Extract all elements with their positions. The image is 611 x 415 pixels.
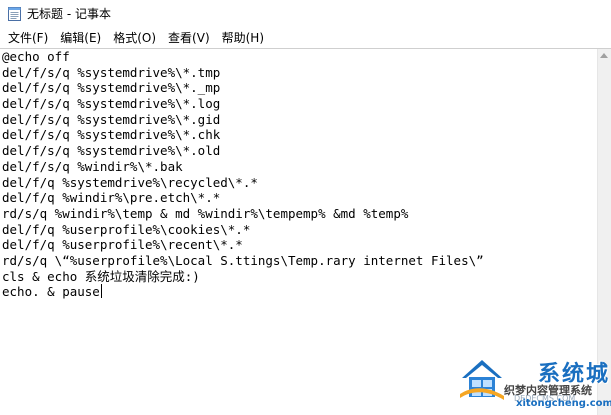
editor-line: del/f/s/q %systemdrive%\*.tmp bbox=[2, 64, 221, 80]
editor-line: cls & echo 系统垃圾清除完成:) bbox=[2, 268, 200, 284]
editor-line: del/f/s/q %systemdrive%\*.old bbox=[2, 143, 221, 159]
title-bar[interactable]: 无标题 - 记事本 bbox=[0, 0, 611, 26]
editor-line: del/f/s/q %systemdrive%\*.chk bbox=[2, 127, 221, 143]
menu-format[interactable]: 格式(O) bbox=[107, 28, 162, 48]
editor-line: del/f/q %userprofile%\cookies\*.* bbox=[2, 221, 251, 237]
editor-line-last: echo. & pause bbox=[0, 284, 597, 300]
editor-line: del/f/s/q %systemdrive%\*.log bbox=[2, 96, 221, 112]
editor-line: rd/s/q \“%userprofile%\Local S.ttings\Te… bbox=[2, 252, 484, 268]
vertical-scrollbar[interactable] bbox=[597, 49, 611, 415]
editor-line: del/f/s/q %systemdrive%\*._mp bbox=[2, 80, 221, 96]
menu-help[interactable]: 帮助(H) bbox=[216, 28, 270, 48]
menu-file[interactable]: 文件(F) bbox=[0, 28, 54, 48]
editor-line: del/f/q %systemdrive%\recycled\*.* bbox=[2, 174, 258, 190]
scroll-up-arrow-icon[interactable] bbox=[600, 53, 608, 58]
editor-line: del/f/q %userprofile%\recent\*.* bbox=[2, 237, 243, 253]
text-caret bbox=[100, 284, 102, 299]
editor-line: del/f/q %windir%\pre.etch\*.* bbox=[2, 190, 221, 206]
menu-view[interactable]: 查看(V) bbox=[162, 28, 216, 48]
text-editor[interactable]: @echo off del/f/s/q %systemdrive%\*.tmp … bbox=[0, 49, 597, 415]
window-title: 无标题 - 记事本 bbox=[27, 6, 111, 21]
editor-line: rd/s/q %windir%\temp & md %windir%\tempe… bbox=[2, 205, 409, 221]
editor-line-text: echo. & pause bbox=[2, 284, 100, 300]
notepad-icon bbox=[8, 6, 21, 21]
editor-line: @echo off bbox=[2, 49, 70, 64]
editor-line: del/f/s/q %windir%\*.bak bbox=[2, 158, 183, 174]
editor-line: del/f/s/q %systemdrive%\*.gid bbox=[2, 111, 221, 127]
menu-edit[interactable]: 编辑(E) bbox=[54, 28, 107, 48]
menu-bar: 文件(F) 编辑(E) 格式(O) 查看(V) 帮助(H) bbox=[0, 28, 611, 48]
